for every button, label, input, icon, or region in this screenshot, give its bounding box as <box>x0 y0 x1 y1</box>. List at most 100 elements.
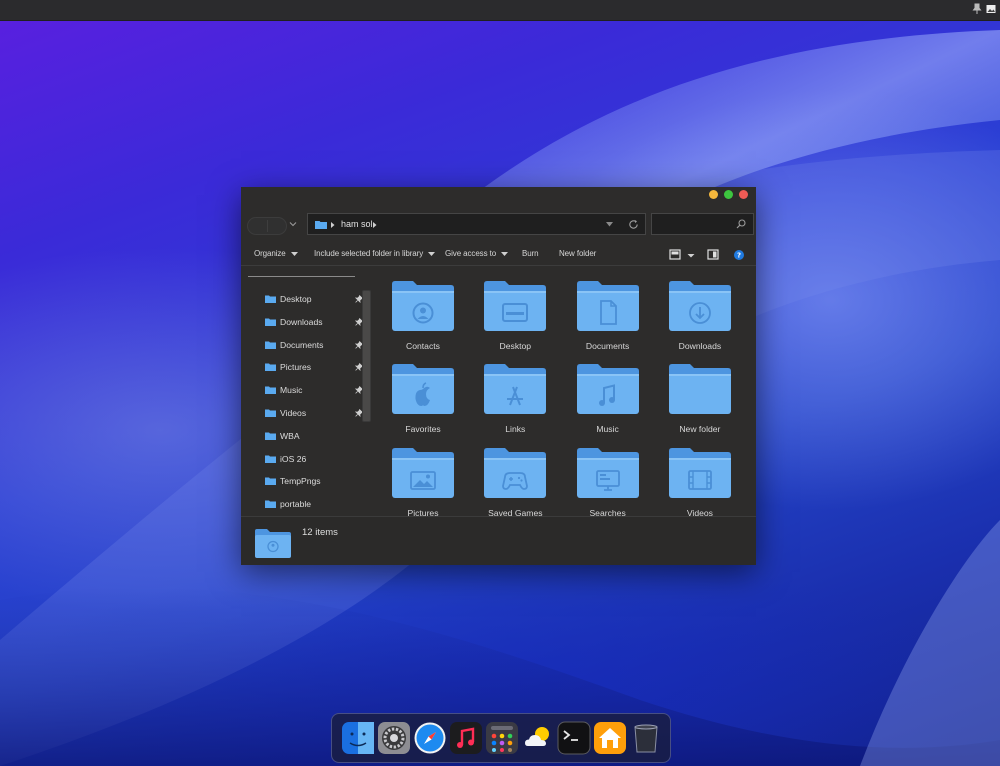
folder-tile[interactable]: Favorites <box>383 351 463 434</box>
burn-label: Burn <box>522 249 539 258</box>
sidebar-item[interactable]: Downloads <box>265 314 363 330</box>
burn-button[interactable]: Burn <box>522 249 539 258</box>
document-icon <box>576 281 639 331</box>
monitor-icon <box>576 447 639 498</box>
new-folder-label: New folder <box>559 249 597 258</box>
breadcrumb-arrow-icon[interactable] <box>372 222 377 228</box>
help-icon[interactable]: ? <box>733 248 745 262</box>
sidebar-scrollbar[interactable] <box>362 290 371 422</box>
folder-label: Downloads <box>678 341 722 351</box>
forward-button[interactable] <box>268 218 286 234</box>
sidebar-item[interactable]: Documents <box>265 337 363 353</box>
folder-tile[interactable]: New folder <box>660 351 740 434</box>
terminal-icon[interactable] <box>557 721 591 755</box>
safari-icon[interactable] <box>413 721 447 755</box>
folder-tile[interactable]: Music <box>568 351 648 434</box>
sidebar-item[interactable]: Music <box>265 382 363 398</box>
dock <box>331 713 671 763</box>
sidebar-item[interactable]: TempPngs <box>265 473 361 489</box>
chevron-down-icon[interactable] <box>289 220 297 228</box>
folder-label: Desktop <box>499 341 532 351</box>
music-icon[interactable] <box>449 721 483 755</box>
refresh-icon[interactable] <box>628 219 639 230</box>
sidebar-item-label: portable <box>280 499 312 510</box>
system-tray <box>972 3 996 15</box>
window-controls <box>709 190 748 199</box>
search-input[interactable] <box>656 217 736 233</box>
folder-label: Music <box>596 424 619 435</box>
settings-icon[interactable] <box>377 721 411 755</box>
sidebar-item[interactable]: iOS 26 <box>265 451 361 467</box>
sidebar-item-label: Desktop <box>280 294 312 304</box>
preview-pane-icon[interactable] <box>707 248 719 262</box>
close-button[interactable] <box>739 190 748 199</box>
folder-icon <box>265 341 276 349</box>
sidebar-item-label: Downloads <box>280 316 323 327</box>
navigation-row: ham sol <box>241 203 756 247</box>
folder-label: Contacts <box>406 341 440 351</box>
sidebar-item-label: Pictures <box>280 362 312 373</box>
sidebar-item[interactable]: portable <box>265 496 361 512</box>
breadcrumb-arrow-icon[interactable] <box>330 222 335 228</box>
gamepad-icon <box>484 447 547 498</box>
view-options-icon[interactable] <box>669 248 681 262</box>
folder-icon <box>265 318 276 326</box>
file-explorer-window: ham sol Organize Include selected folder… <box>241 187 756 565</box>
sidebar-item[interactable]: Desktop <box>265 291 363 307</box>
maximize-button[interactable] <box>724 190 733 199</box>
folder-tile[interactable]: Videos <box>660 435 740 518</box>
title-bar[interactable] <box>241 187 756 203</box>
weather-icon[interactable] <box>521 721 555 755</box>
folder-content-grid: Contacts Desktop Documents Downloads Favorit… <box>373 267 756 518</box>
command-toolbar: Organize Include selected folder in libr… <box>241 245 756 266</box>
folder-label: New folder <box>679 424 721 435</box>
new-folder-button[interactable]: New folder <box>559 249 596 258</box>
breadcrumb-folder[interactable]: ham sol <box>341 219 373 229</box>
organize-button[interactable]: Organize <box>254 249 298 258</box>
folder-icon <box>315 221 327 229</box>
back-button[interactable] <box>248 218 267 234</box>
folder-tile[interactable]: Saved Games <box>475 435 555 518</box>
folder-icon <box>265 477 276 486</box>
view-dropdown-icon[interactable] <box>687 248 695 262</box>
folder-tile[interactable]: Downloads <box>660 268 740 351</box>
folder-icon <box>265 500 276 509</box>
folder-tile[interactable]: Contacts <box>383 268 463 351</box>
address-bar[interactable]: ham sol <box>307 213 646 235</box>
item-count: 12 items <box>302 527 338 538</box>
pin-icon[interactable] <box>972 3 982 15</box>
folder-tile[interactable]: Searches <box>568 435 648 518</box>
caret-down-icon <box>501 251 509 256</box>
sidebar-item[interactable]: WBA <box>265 428 361 444</box>
folder-tile[interactable]: Documents <box>568 268 648 351</box>
sidebar-item-label: iOS 26 <box>280 453 307 464</box>
navigation-pane: Desktop Downloads Documents Pictures Music Vi… <box>241 267 371 515</box>
include-in-library-button[interactable]: Include selected folder in library <box>314 249 436 258</box>
folder-icon <box>265 455 276 463</box>
address-dropdown-icon[interactable] <box>606 222 613 227</box>
minimize-button[interactable] <box>709 190 718 199</box>
trash-icon[interactable] <box>629 721 663 755</box>
details-pane: 12 items <box>241 516 756 565</box>
search-icon[interactable] <box>736 219 746 229</box>
folder-tile[interactable]: Desktop <box>475 268 555 351</box>
contact-icon <box>392 281 454 331</box>
folder-tile[interactable]: Links <box>475 351 555 434</box>
folder-label: Favorites <box>405 424 441 435</box>
folder-tile[interactable]: Pictures <box>383 435 463 518</box>
home-icon[interactable] <box>593 721 627 755</box>
sidebar-item[interactable]: Pictures <box>265 359 363 375</box>
folder-icon <box>265 409 276 417</box>
caret-down-icon <box>290 251 298 256</box>
finder-icon[interactable] <box>341 721 375 755</box>
sidebar-item-label: Music <box>280 385 303 396</box>
folder-icon <box>265 432 276 440</box>
app-store-icon <box>484 364 547 415</box>
sidebar-item[interactable]: Videos <box>265 405 363 421</box>
folder-icon <box>265 295 276 303</box>
give-access-button[interactable]: Give access to <box>445 249 509 258</box>
launchpad-icon[interactable] <box>485 721 519 755</box>
menu-bar <box>0 0 1000 21</box>
image-tray-icon[interactable] <box>986 3 996 15</box>
desktop-icon <box>484 281 547 331</box>
